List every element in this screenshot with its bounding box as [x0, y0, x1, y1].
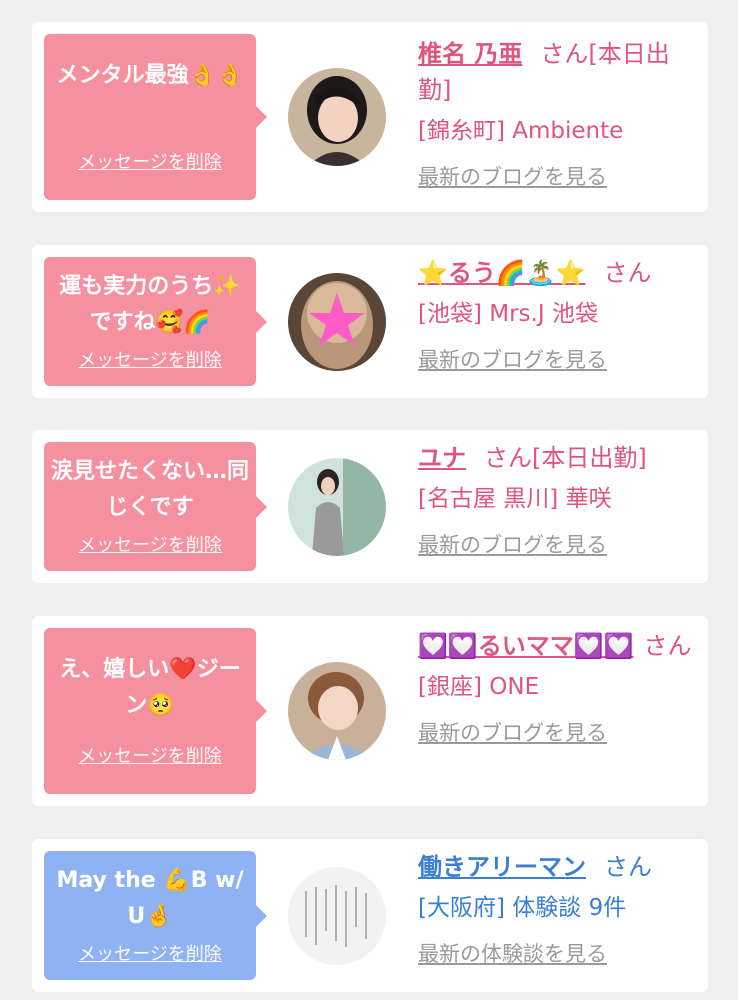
name-suffix: さん	[603, 259, 652, 287]
shop-label: [池袋] Mrs.J 池袋	[418, 301, 598, 327]
profile-name-link[interactable]: ⭐るう🌈🏝️⭐	[418, 259, 586, 287]
star-blurred-photo	[288, 273, 386, 371]
profile-info: ユナ さん[本日出勤] [名古屋 黒川] 華咲 最新のブログを見る	[418, 440, 700, 562]
avatar[interactable]	[288, 273, 386, 371]
message-card: 運も実力のうち✨ですね🥰🌈 メッセージを削除 ⭐るう🌈🏝️⭐ さん [池袋] Mr…	[32, 245, 708, 398]
message-text: え、嬉しい❤️ジーン🥺	[59, 657, 241, 718]
woman-kimono-photo	[288, 662, 386, 760]
message-list: メンタル最強👌👌 メッセージを削除 椎名 乃亜 さん[本日出勤] [錦糸町] Am…	[0, 0, 738, 1000]
blog-link[interactable]: 最新のブログを見る	[418, 716, 700, 750]
message-card: May the 💪B w/U🤞 メッセージを削除 働きアリーマン さん [大阪府…	[32, 839, 708, 992]
message-bubble: 涙見せたくない…同じくです メッセージを削除	[44, 442, 267, 571]
profile-name-link[interactable]: 椎名 乃亜	[418, 40, 522, 68]
blog-link[interactable]: 最新のブログを見る	[418, 528, 700, 562]
profile-info: 働きアリーマン さん [大阪府] 体験談 9件 最新の体験談を見る	[418, 849, 700, 971]
message-text: May the 💪B w/U🤞	[56, 868, 244, 929]
message-card: メンタル最強👌👌 メッセージを削除 椎名 乃亜 さん[本日出勤] [錦糸町] Am…	[32, 22, 708, 212]
handwritten-letter-photo	[288, 867, 386, 965]
profile-name-link[interactable]: 💟💟るいママ💟💟	[418, 632, 634, 660]
shop-label: [銀座] ONE	[418, 674, 540, 700]
message-text: 運も実力のうち✨ですね🥰🌈	[59, 274, 241, 335]
message-bubble: 運も実力のうち✨ですね🥰🌈 メッセージを削除	[44, 257, 267, 386]
message-text: 涙見せたくない…同じくです	[50, 459, 249, 520]
profile-info: ⭐るう🌈🏝️⭐ さん [池袋] Mrs.J 池袋 最新のブログを見る	[418, 255, 700, 377]
message-bubble: メンタル最強👌👌 メッセージを削除	[44, 34, 267, 200]
message-bubble: May the 💪B w/U🤞 メッセージを削除	[44, 851, 267, 980]
profile-info: 💟💟るいママ💟💟 さん [銀座] ONE 最新のブログを見る	[418, 628, 700, 750]
delete-message-link[interactable]: メッセージを削除	[44, 531, 256, 557]
shop-label: [名古屋 黒川] 華咲	[418, 486, 612, 512]
message-card: え、嬉しい❤️ジーン🥺 メッセージを削除 💟💟るいママ💟💟 さん [銀座] ONE…	[32, 616, 708, 806]
name-suffix: さん	[643, 632, 692, 660]
avatar[interactable]	[288, 68, 386, 166]
message-text: メンタル最強👌👌	[56, 63, 244, 88]
avatar[interactable]	[288, 867, 386, 965]
delete-message-link[interactable]: メッセージを削除	[44, 742, 256, 768]
name-suffix: さん[本日出勤]	[484, 444, 647, 472]
message-bubble: え、嬉しい❤️ジーン🥺 メッセージを削除	[44, 628, 267, 794]
shop-label: [大阪府] 体験談 9件	[418, 895, 627, 921]
blog-link[interactable]: 最新のブログを見る	[418, 160, 700, 194]
profile-name-link[interactable]: ユナ	[418, 444, 466, 472]
profile-name-link[interactable]: 働きアリーマン	[418, 853, 586, 881]
delete-message-link[interactable]: メッセージを削除	[44, 346, 256, 372]
name-suffix: さん	[604, 853, 652, 881]
message-card: 涙見せたくない…同じくです メッセージを削除 ユナ さん[本日出勤] [名古屋 黒…	[32, 430, 708, 583]
shop-label: [錦糸町] Ambiente	[418, 118, 624, 144]
avatar[interactable]	[288, 662, 386, 760]
avatar[interactable]	[288, 458, 386, 556]
delete-message-link[interactable]: メッセージを削除	[44, 148, 256, 174]
delete-message-link[interactable]: メッセージを削除	[44, 940, 256, 966]
profile-info: 椎名 乃亜 さん[本日出勤] [錦糸町] Ambiente 最新のブログを見る	[418, 36, 700, 194]
blog-link[interactable]: 最新のブログを見る	[418, 343, 700, 377]
woman-standing-photo	[288, 458, 386, 556]
woman-portrait-photo	[288, 68, 386, 166]
blog-link[interactable]: 最新の体験談を見る	[418, 937, 700, 971]
